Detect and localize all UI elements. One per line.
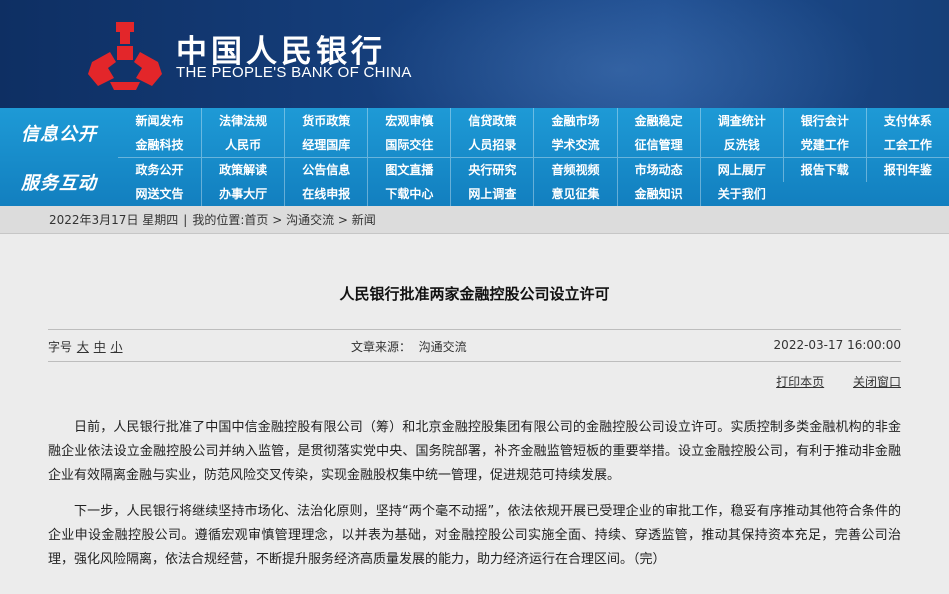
nav-row-3: 政务公开 政策解读 公告信息 图文直播 央行研究 音频视频 市场动态 网上展厅 … bbox=[118, 157, 949, 183]
nav-item[interactable]: 金融科技 bbox=[118, 133, 201, 158]
nav-item[interactable]: 音频视频 bbox=[533, 157, 616, 182]
breadcrumb-arrow: > bbox=[268, 212, 287, 227]
nav-item[interactable]: 报告下载 bbox=[782, 157, 866, 182]
nav-item[interactable]: 工会工作 bbox=[865, 132, 949, 157]
breadcrumb-communication[interactable]: 沟通交流 bbox=[286, 211, 334, 228]
nav-item[interactable]: 报刊年鉴 bbox=[865, 157, 949, 182]
article-paragraph: 下一步，人民银行将继续坚持市场化、法治化原则，坚持“两个毫不动摇”，依法依规开展… bbox=[48, 504, 901, 567]
nav-item[interactable]: 新闻发布 bbox=[118, 108, 201, 133]
pboc-logo-icon[interactable] bbox=[86, 18, 164, 90]
nav-row-2: 金融科技 人民币 经理国库 国际交往 人员招录 学术交流 征信管理 反洗钱 党建… bbox=[118, 132, 949, 158]
nav-row-4: 网送文告 办事大厅 在线申报 下载中心 网上调查 意见征集 金融知识 关于我们 bbox=[118, 181, 949, 207]
article-source: 文章来源： 沟通交流 bbox=[351, 340, 467, 354]
nav-section-info-disclosure: 信息公开 bbox=[21, 123, 97, 145]
nav-item[interactable]: 经理国库 bbox=[284, 132, 367, 157]
print-page-link[interactable]: 打印本页 bbox=[776, 375, 824, 389]
nav-item[interactable]: 银行会计 bbox=[782, 108, 866, 133]
nav-item[interactable]: 金融市场 bbox=[533, 108, 616, 133]
nav-item[interactable]: 网上展厅 bbox=[699, 157, 783, 182]
nav-item[interactable]: 关于我们 bbox=[699, 181, 783, 206]
breadcrumb-arrow: > bbox=[334, 212, 352, 227]
article-paragraph: 日前，人民银行批准了中国中信金融控股有限公司（筹）和北京金融控股集团有限公司的金… bbox=[48, 420, 901, 483]
nav-section-service-interaction: 服务互动 bbox=[21, 172, 97, 194]
nav-item[interactable]: 公告信息 bbox=[284, 157, 367, 182]
nav-item[interactable]: 在线申报 bbox=[284, 181, 367, 206]
breadcrumb-news[interactable]: 新闻 bbox=[352, 211, 376, 228]
header-banner: 中国人民银行 THE PEOPLE'S BANK OF CHINA bbox=[0, 0, 949, 108]
font-size-control: 字号 大 中 小 bbox=[48, 338, 123, 355]
nav-item[interactable]: 学术交流 bbox=[533, 132, 616, 157]
close-window-link[interactable]: 关闭窗口 bbox=[853, 375, 901, 389]
article-tools: 打印本页 关闭窗口 bbox=[751, 373, 901, 390]
article-container: 人民银行批准两家金融控股公司设立许可 字号 大 中 小 文章来源： 沟通交流 2… bbox=[0, 234, 949, 594]
nav-item[interactable]: 央行研究 bbox=[450, 157, 533, 182]
nav-item[interactable]: 市场动态 bbox=[616, 157, 700, 182]
nav-item[interactable]: 党建工作 bbox=[782, 132, 866, 157]
nav-item[interactable]: 网送文告 bbox=[118, 182, 201, 207]
font-size-medium-link[interactable]: 中 bbox=[94, 340, 106, 354]
banner-glow bbox=[360, 0, 880, 108]
status-separator: | bbox=[183, 212, 188, 227]
breadcrumb-home[interactable]: 首页 bbox=[244, 211, 268, 228]
divider-top bbox=[48, 329, 901, 330]
current-date: 2022年3月17日 星期四 bbox=[49, 213, 179, 227]
article-meta: 字号 大 中 小 文章来源： 沟通交流 2022-03-17 16:00:00 bbox=[48, 338, 901, 354]
bank-name-en: THE PEOPLE'S BANK OF CHINA bbox=[176, 64, 412, 81]
nav-item[interactable]: 反洗钱 bbox=[699, 132, 783, 157]
font-size-small-link[interactable]: 小 bbox=[111, 340, 123, 354]
nav-item[interactable]: 网上调查 bbox=[450, 181, 533, 206]
nav-item[interactable]: 政务公开 bbox=[118, 158, 201, 183]
nav-grid: 新闻发布 法律法规 货币政策 宏观审慎 信贷政策 金融市场 金融稳定 调查统计 … bbox=[118, 108, 949, 206]
nav-item[interactable]: 人员招录 bbox=[450, 132, 533, 157]
nav-item[interactable]: 人民币 bbox=[201, 132, 284, 157]
article-body: 日前，人民银行批准了中国中信金融控股有限公司（筹）和北京金融控股集团有限公司的金… bbox=[48, 416, 901, 584]
article-datetime: 2022-03-17 16:00:00 bbox=[773, 338, 901, 352]
article-title: 人民银行批准两家金融控股公司设立许可 bbox=[339, 285, 610, 303]
nav-item[interactable]: 国际交往 bbox=[367, 132, 450, 157]
nav-item[interactable]: 征信管理 bbox=[616, 132, 700, 157]
nav-item[interactable]: 图文直播 bbox=[367, 157, 450, 182]
nav-row-1: 新闻发布 法律法规 货币政策 宏观审慎 信贷政策 金融市场 金融稳定 调查统计 … bbox=[118, 108, 949, 133]
main-nav: 信息公开 服务互动 新闻发布 法律法规 货币政策 宏观审慎 信贷政策 金融市场 … bbox=[0, 108, 949, 206]
nav-item[interactable]: 支付体系 bbox=[865, 108, 949, 133]
nav-item[interactable]: 法律法规 bbox=[201, 108, 284, 133]
nav-item[interactable]: 宏观审慎 bbox=[367, 108, 450, 133]
nav-item[interactable]: 意见征集 bbox=[533, 181, 616, 206]
nav-item[interactable]: 办事大厅 bbox=[201, 181, 284, 206]
nav-item[interactable]: 下载中心 bbox=[367, 181, 450, 206]
nav-item[interactable]: 金融稳定 bbox=[616, 108, 700, 133]
nav-item[interactable]: 信贷政策 bbox=[450, 108, 533, 133]
nav-item[interactable]: 货币政策 bbox=[284, 108, 367, 133]
nav-item[interactable]: 金融知识 bbox=[616, 181, 700, 206]
font-size-large-link[interactable]: 大 bbox=[77, 340, 89, 354]
font-size-label: 字号 bbox=[48, 340, 73, 354]
location-label: 我的位置: bbox=[192, 213, 245, 227]
divider-bottom bbox=[48, 361, 901, 362]
status-bar: 2022年3月17日 星期四 | 我的位置: 首页 > 沟通交流 > 新闻 bbox=[0, 206, 949, 234]
nav-item[interactable]: 政策解读 bbox=[201, 157, 284, 182]
nav-item[interactable]: 调查统计 bbox=[699, 108, 783, 133]
